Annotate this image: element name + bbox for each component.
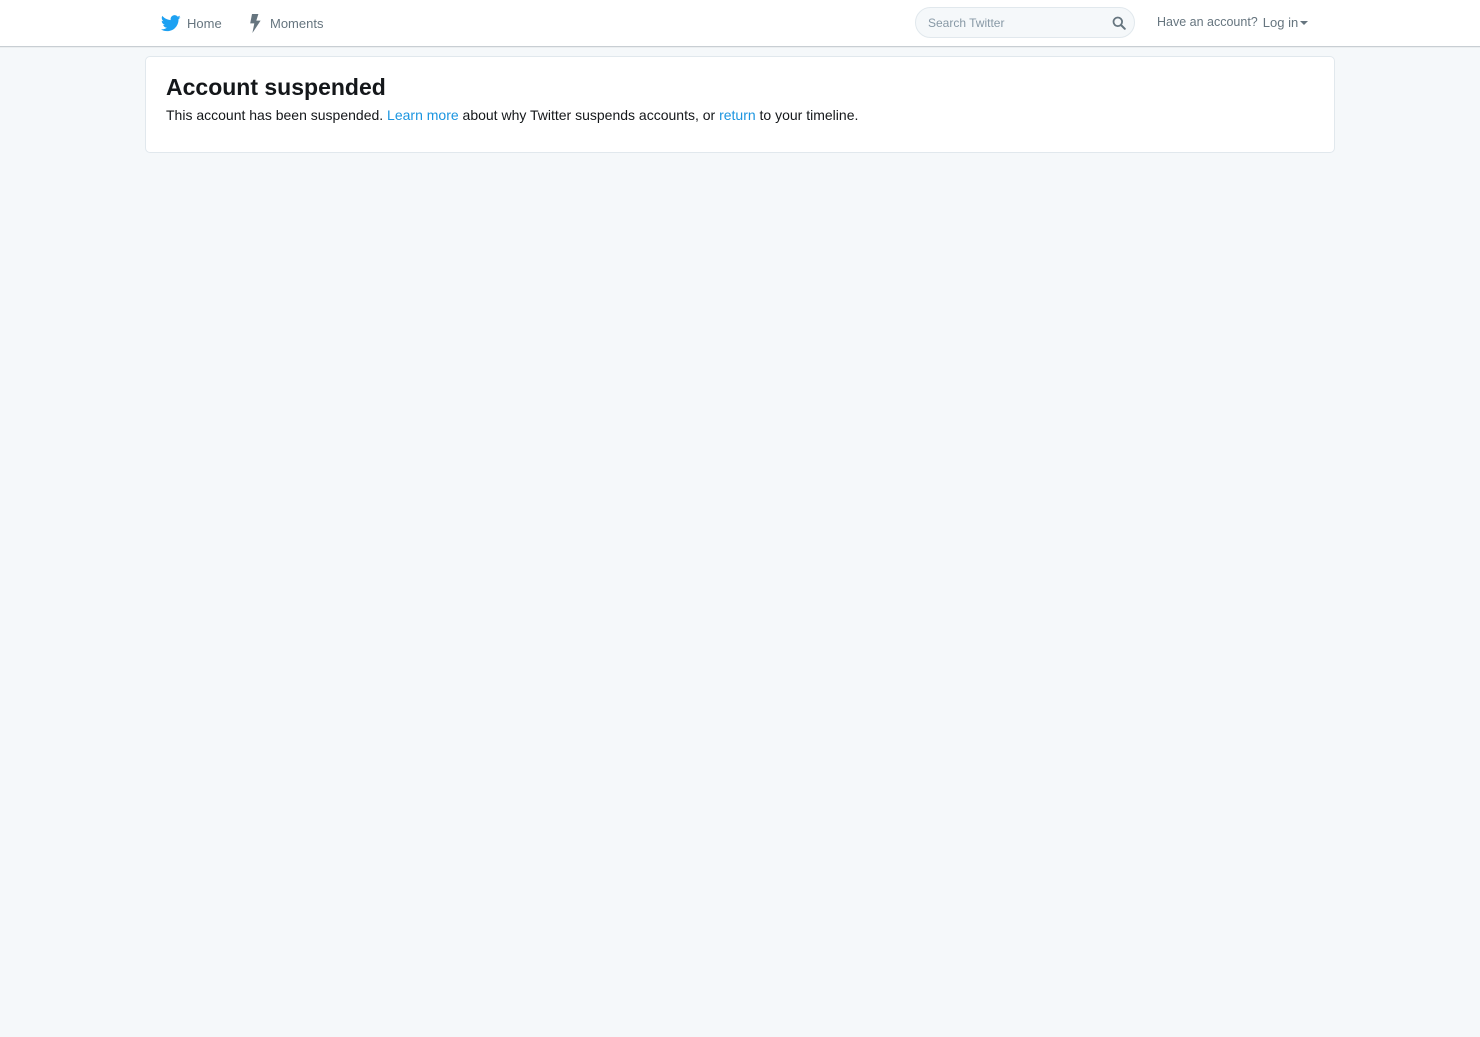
lightning-bolt-icon: [249, 13, 262, 33]
suspended-notice-card: Account suspended This account has been …: [145, 56, 1335, 153]
message-text-part3: to your timeline.: [759, 107, 859, 123]
message-text-part2: about why Twitter suspends accounts, or: [462, 107, 716, 123]
search-button[interactable]: [1111, 15, 1126, 30]
nav-home-label: Home: [187, 15, 222, 31]
nav-moments-label: Moments: [270, 15, 324, 31]
message-text-part1: This account has been suspended.: [166, 107, 384, 123]
search-box: [915, 7, 1135, 38]
nav-moments-link[interactable]: Moments: [249, 0, 323, 46]
page-title: Account suspended: [166, 74, 386, 100]
twitter-bird-icon: [161, 14, 181, 32]
top-navigation-bar: Home Moments Have an account? Log in: [0, 0, 1480, 47]
have-account-prompt: Have an account?: [1157, 15, 1258, 29]
login-label: Log in: [1262, 14, 1299, 30]
login-dropdown-toggle[interactable]: Log in: [1262, 14, 1309, 30]
nav-home-link[interactable]: Home: [161, 0, 222, 46]
learn-more-link[interactable]: Learn more: [387, 107, 459, 123]
search-input[interactable]: [916, 8, 1106, 37]
caret-down-icon: [1300, 21, 1309, 25]
login-area: Have an account? Log in: [1157, 0, 1309, 44]
return-link[interactable]: return: [719, 107, 756, 123]
magnifier-icon: [1112, 16, 1126, 30]
suspended-message: This account has been suspended. Learn m…: [166, 106, 858, 124]
